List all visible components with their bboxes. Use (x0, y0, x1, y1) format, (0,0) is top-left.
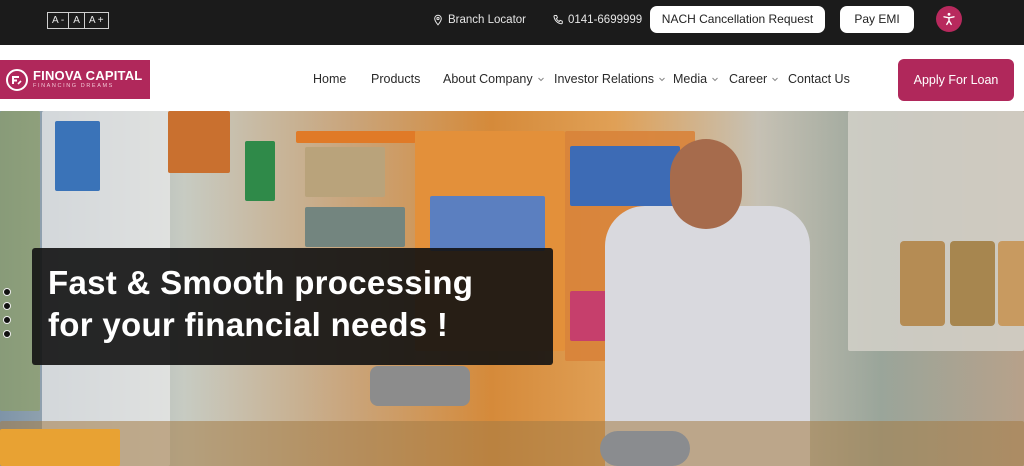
hero-caption-line-2: for your financial needs ! (48, 306, 449, 343)
accessibility-button[interactable] (936, 6, 962, 32)
nach-cancellation-button[interactable]: NACH Cancellation Request (650, 6, 825, 33)
top-bar: A - A A + Branch Locator 0141-6699999 NA… (0, 0, 1024, 45)
slider-dot-3[interactable] (3, 316, 11, 324)
hero-caption-line-1: Fast & Smooth processing (48, 264, 474, 301)
nav-contact-us-label: Contact Us (788, 72, 850, 86)
branch-locator-label: Branch Locator (448, 14, 526, 26)
hero-banner: Fast & Smooth processing for your financ… (0, 111, 1024, 466)
hero-caption: Fast & Smooth processing for your financ… (48, 262, 473, 346)
nav-products[interactable]: Products (371, 71, 420, 87)
chevron-down-icon (659, 77, 665, 82)
font-size-controls: A - A A + (47, 12, 109, 29)
nav-investor-relations-label: Investor Relations (554, 72, 655, 86)
logo-tagline: FINANCING DREAMS (33, 83, 114, 89)
phone-link[interactable]: 0141-6699999 (552, 12, 642, 28)
branch-locator-link[interactable]: Branch Locator (432, 12, 526, 28)
slider-dot-1[interactable] (3, 288, 11, 296)
chevron-down-icon (537, 77, 544, 82)
main-navbar: FINOVA CAPITAL FINANCING DREAMS Home Pro… (0, 45, 1024, 111)
slider-pagination (3, 288, 11, 338)
font-reset-button[interactable]: A (69, 13, 85, 28)
slider-dot-2[interactable] (3, 302, 11, 310)
pay-emi-button[interactable]: Pay EMI (840, 6, 914, 33)
nav-investor-relations[interactable]: Investor Relations (554, 71, 666, 87)
nav-career-label: Career (729, 72, 768, 86)
slider-dot-4[interactable] (3, 330, 11, 338)
nav-about-company[interactable]: About Company (443, 71, 545, 87)
map-pin-icon (434, 14, 442, 26)
nav-media[interactable]: Media (673, 71, 719, 87)
phone-number: 0141-6699999 (568, 14, 643, 26)
chevron-down-icon (772, 77, 779, 82)
apply-for-loan-button[interactable]: Apply For Loan (898, 59, 1014, 101)
nav-media-label: Media (673, 72, 708, 86)
nav-career[interactable]: Career (729, 71, 779, 87)
phone-icon (553, 15, 563, 25)
chevron-down-icon (712, 77, 718, 82)
nav-products-label: Products (371, 72, 421, 86)
nav-home-label: Home (313, 72, 347, 86)
font-increase-button[interactable]: A + (85, 13, 108, 28)
hero-caption-box: Fast & Smooth processing for your financ… (32, 248, 553, 365)
nav-contact-us[interactable]: Contact Us (788, 71, 850, 87)
accessibility-icon (943, 12, 955, 26)
font-decrease-button[interactable]: A - (48, 13, 70, 28)
logo-name: FINOVA CAPITAL (33, 68, 143, 83)
finova-logo[interactable]: FINOVA CAPITAL FINANCING DREAMS (0, 60, 150, 99)
logo-mark-icon (6, 68, 28, 91)
nav-home[interactable]: Home (313, 71, 346, 87)
nav-about-company-label: About Company (443, 72, 533, 86)
